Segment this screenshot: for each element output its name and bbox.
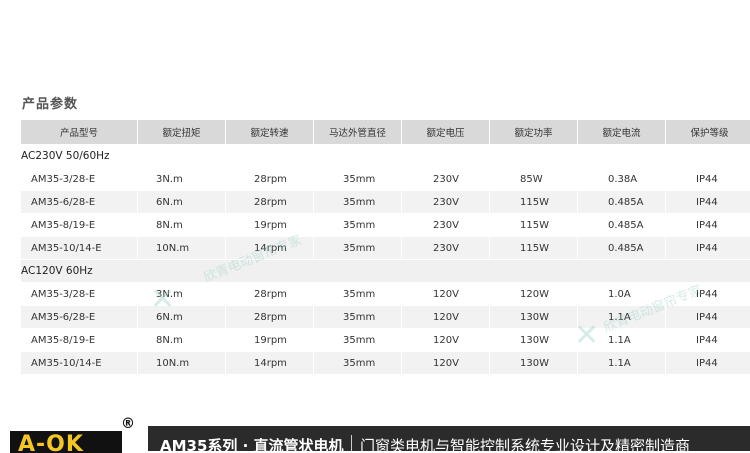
cell-protection: IP44 bbox=[665, 352, 750, 374]
registered-mark: ® bbox=[121, 416, 135, 432]
cell-voltage: 230V bbox=[401, 191, 489, 213]
cell-protection: IP44 bbox=[665, 237, 750, 259]
cell-protection: IP44 bbox=[665, 329, 750, 351]
footer-divider bbox=[351, 435, 352, 451]
footer-banner: AM35系列 · 直流管状电机 门窗类电机与智能控制系统专业设计及精密制造商 bbox=[148, 426, 750, 451]
cell-speed: 14rpm bbox=[225, 237, 313, 259]
cell-protection: IP44 bbox=[665, 191, 750, 213]
cell-voltage: 230V bbox=[401, 237, 489, 259]
cell-power: 130W bbox=[489, 329, 577, 351]
header-model: 产品型号 bbox=[21, 120, 137, 144]
cell-protection: IP44 bbox=[665, 306, 750, 328]
cell-speed: 14rpm bbox=[225, 352, 313, 374]
cell-power: 120W bbox=[489, 283, 577, 305]
cell-torque: 6N.m bbox=[137, 306, 225, 328]
cell-protection: IP44 bbox=[665, 283, 750, 305]
table-row: AM35-8/19-E 8N.m 19rpm 35mm 230V 115W 0.… bbox=[21, 214, 750, 236]
cell-protection: IP44 bbox=[665, 168, 750, 190]
cell-speed: 19rpm bbox=[225, 329, 313, 351]
cell-power: 115W bbox=[489, 191, 577, 213]
cell-current: 0.485A bbox=[577, 214, 665, 236]
table-header-row: 产品型号 额定扭矩 额定转速 马达外管直径 额定电压 额定功率 额定电流 保护等… bbox=[21, 120, 750, 144]
cell-power: 115W bbox=[489, 214, 577, 236]
cell-speed: 28rpm bbox=[225, 306, 313, 328]
cell-diameter: 35mm bbox=[313, 191, 401, 213]
cell-protection: IP44 bbox=[665, 214, 750, 236]
header-protection: 保护等级 bbox=[665, 120, 750, 144]
cell-diameter: 35mm bbox=[313, 306, 401, 328]
cell-model: AM35-10/14-E bbox=[21, 237, 137, 259]
cell-torque: 6N.m bbox=[137, 191, 225, 213]
cell-torque: 8N.m bbox=[137, 214, 225, 236]
cell-torque: 3N.m bbox=[137, 283, 225, 305]
header-power: 额定功率 bbox=[489, 120, 577, 144]
footer-slogan: 门窗类电机与智能控制系统专业设计及精密制造商 bbox=[360, 437, 691, 451]
cell-diameter: 35mm bbox=[313, 283, 401, 305]
group-label: AC120V 60Hz bbox=[21, 260, 750, 282]
spec-table: 产品型号 额定扭矩 额定转速 马达外管直径 额定电压 额定功率 额定电流 保护等… bbox=[21, 119, 750, 375]
cell-voltage: 120V bbox=[401, 283, 489, 305]
cell-model: AM35-8/19-E bbox=[31, 334, 96, 346]
cell-current: 0.485A bbox=[577, 237, 665, 259]
group-row: AC120V 60Hz bbox=[21, 260, 750, 282]
brand-logo: A-OK bbox=[10, 431, 122, 453]
cell-model: AM35-8/19-E bbox=[31, 219, 96, 231]
cell-speed: 28rpm bbox=[225, 191, 313, 213]
cell-diameter: 35mm bbox=[313, 329, 401, 351]
cell-power: 130W bbox=[489, 352, 577, 374]
cell-model: AM35-6/28-E bbox=[21, 306, 137, 328]
table-row: AM35-3/28-E 3N.m 28rpm 35mm 230V 85W 0.3… bbox=[21, 168, 750, 190]
cell-speed: 19rpm bbox=[225, 214, 313, 236]
cell-current: 1.1A bbox=[577, 352, 665, 374]
cell-current: 0.38A bbox=[577, 168, 665, 190]
header-current: 额定电流 bbox=[577, 120, 665, 144]
cell-model: AM35-10/14-E bbox=[21, 352, 137, 374]
cell-speed: 28rpm bbox=[225, 168, 313, 190]
table-row: AM35-6/28-E 6N.m 28rpm 35mm 230V 115W 0.… bbox=[21, 191, 750, 213]
table-row: AM35-3/28-E 3N.m 28rpm 35mm 120V 120W 1.… bbox=[21, 283, 750, 305]
brand-logo-text: A-OK bbox=[18, 432, 84, 453]
cell-speed: 28rpm bbox=[225, 283, 313, 305]
cell-voltage: 230V bbox=[401, 168, 489, 190]
header-voltage: 额定电压 bbox=[401, 120, 489, 144]
table-row: AM35-10/14-E 10N.m 14rpm 35mm 120V 130W … bbox=[21, 352, 750, 374]
group-label: AC230V 50/60Hz bbox=[21, 150, 110, 162]
group-row: AC230V 50/60Hz bbox=[21, 145, 750, 167]
header-speed: 额定转速 bbox=[225, 120, 313, 144]
section-title: 产品参数 bbox=[22, 97, 79, 112]
cell-voltage: 230V bbox=[401, 214, 489, 236]
cell-current: 1.1A bbox=[577, 306, 665, 328]
cell-diameter: 35mm bbox=[313, 352, 401, 374]
cell-diameter: 35mm bbox=[313, 237, 401, 259]
cell-current: 1.1A bbox=[577, 329, 665, 351]
table-row: AM35-8/19-E 8N.m 19rpm 35mm 120V 130W 1.… bbox=[21, 329, 750, 351]
cell-torque: 8N.m bbox=[137, 329, 225, 351]
cell-diameter: 35mm bbox=[313, 214, 401, 236]
cell-voltage: 120V bbox=[401, 306, 489, 328]
cell-voltage: 120V bbox=[401, 329, 489, 351]
cell-model: AM35-3/28-E bbox=[31, 288, 96, 300]
footer-series-title: AM35系列 · 直流管状电机 bbox=[160, 437, 344, 451]
cell-power: 115W bbox=[489, 237, 577, 259]
cell-current: 0.485A bbox=[577, 191, 665, 213]
header-torque: 额定扭矩 bbox=[137, 120, 225, 144]
header-tube-diameter: 马达外管直径 bbox=[313, 120, 401, 144]
cell-power: 130W bbox=[489, 306, 577, 328]
cell-power: 85W bbox=[489, 168, 577, 190]
cell-torque: 10N.m bbox=[137, 352, 225, 374]
cell-torque: 10N.m bbox=[137, 237, 225, 259]
cell-model: AM35-3/28-E bbox=[31, 173, 96, 185]
cell-voltage: 120V bbox=[401, 352, 489, 374]
table-row: AM35-6/28-E 6N.m 28rpm 35mm 120V 130W 1.… bbox=[21, 306, 750, 328]
table-row: AM35-10/14-E 10N.m 14rpm 35mm 230V 115W … bbox=[21, 237, 750, 259]
cell-current: 1.0A bbox=[577, 283, 665, 305]
cell-torque: 3N.m bbox=[137, 168, 225, 190]
cell-model: AM35-6/28-E bbox=[21, 191, 137, 213]
cell-diameter: 35mm bbox=[313, 168, 401, 190]
